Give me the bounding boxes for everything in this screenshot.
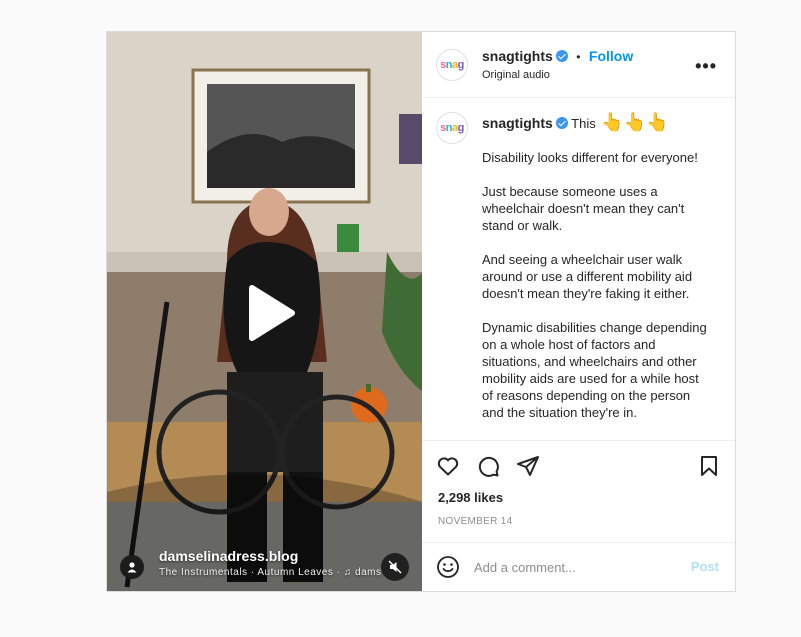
caption-area: snag snagtights This 👆👆👆 Disability look… — [422, 98, 735, 440]
more-options-icon[interactable]: ••• — [695, 56, 717, 77]
overlay-audio: The Instrumentals · Autumn Leaves · ♫ da… — [159, 567, 382, 578]
likes-count[interactable]: 2,298 likes — [422, 490, 735, 512]
mute-button[interactable] — [381, 553, 409, 581]
tagged-users-button[interactable] — [120, 555, 144, 579]
comment-button[interactable] — [476, 454, 500, 478]
overlay-handle: damselinadress.blog — [159, 548, 299, 564]
caption-paragraph: Just because someone uses a wheelchair d… — [482, 184, 685, 233]
emoji-icon[interactable] — [436, 555, 460, 579]
caption-text: snagtights This 👆👆👆 Disability looks dif… — [482, 112, 708, 421]
action-bar — [422, 440, 735, 490]
avatar[interactable]: snag — [436, 48, 468, 81]
verified-badge-icon — [555, 117, 568, 129]
comment-box: Post — [422, 542, 735, 591]
caption-first-line: This — [571, 116, 596, 131]
logo-letter: g — [457, 122, 465, 134]
comment-input[interactable] — [474, 559, 674, 575]
separator-dot: • — [576, 50, 581, 64]
post-sidebar: snag snagtights • Follow Original audio … — [422, 32, 735, 591]
save-button[interactable] — [697, 454, 721, 483]
post-date[interactable]: NOVEMBER 14 — [422, 512, 735, 542]
share-icon — [517, 455, 539, 476]
logo-letter: g — [457, 58, 465, 71]
video-player[interactable]: damselinadress.blog The Instrumentals · … — [107, 32, 422, 591]
avatar[interactable]: snag — [436, 112, 468, 144]
person-icon — [127, 562, 137, 573]
like-button[interactable] — [436, 454, 460, 478]
comment-icon — [478, 456, 499, 477]
audio-link[interactable]: Original audio — [482, 69, 633, 81]
verified-badge-icon — [555, 50, 568, 62]
play-icon[interactable] — [236, 282, 298, 344]
caption-paragraph: Dynamic disabilities change depending on… — [482, 320, 707, 420]
caption-username[interactable]: snagtights — [482, 115, 553, 131]
share-button[interactable] — [516, 454, 540, 478]
post-comment-button[interactable]: Post — [691, 559, 719, 574]
mute-icon — [388, 560, 402, 574]
caption-paragraph: And seeing a wheelchair user walk around… — [482, 252, 693, 301]
post-dialog: damselinadress.blog The Instrumentals · … — [106, 31, 736, 592]
post-header: snag snagtights • Follow Original audio … — [422, 32, 735, 98]
username-link[interactable]: snagtights — [482, 48, 553, 64]
bookmark-icon — [701, 456, 717, 476]
follow-button[interactable]: Follow — [589, 48, 633, 64]
pointing-up-emoji: 👆👆👆 — [601, 112, 669, 132]
heart-icon — [437, 456, 459, 475]
caption-paragraph: Disability looks different for everyone! — [482, 150, 698, 165]
